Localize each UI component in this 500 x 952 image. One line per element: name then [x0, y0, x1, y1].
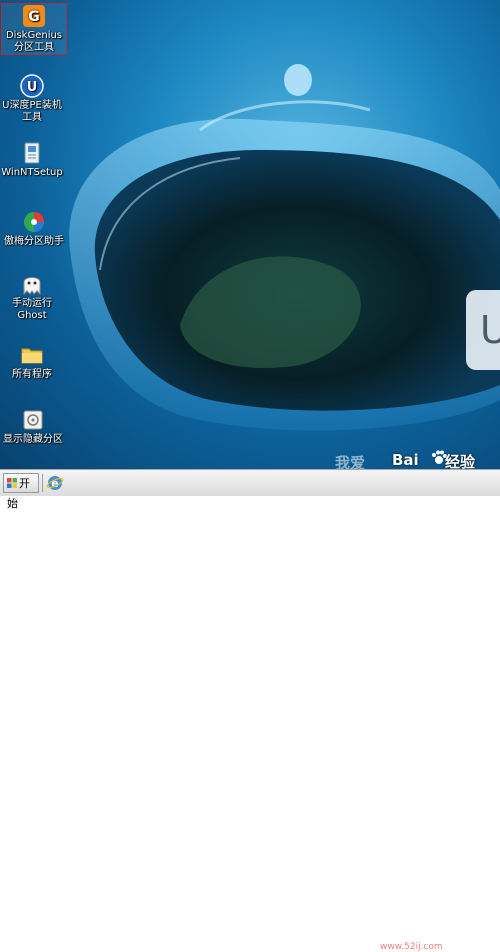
aomei-partition-assistant-icon: [24, 212, 44, 232]
wallpaper-water-splash: [69, 64, 500, 431]
watermark-site: www.52ij.com: [380, 942, 443, 952]
desktop[interactable]: G DiskGenius 分区工具 U U深度PE装机工具 WinNTSetup…: [0, 0, 500, 469]
start-button[interactable]: 开始: [3, 473, 39, 510]
diskgenius-icon: G: [23, 5, 45, 27]
desktop-icon-label: DiskGenius 分区工具: [5, 30, 63, 53]
internet-explorer-icon[interactable]: e: [46, 474, 64, 492]
taskbar-separator: [42, 474, 43, 492]
winntsetup-icon: [24, 142, 40, 164]
desktop-icon-all-programs[interactable]: 所有程序: [0, 343, 64, 381]
desktop-icon-label: 手动运行Ghost: [12, 298, 52, 321]
show-hidden-partition-icon: [23, 410, 43, 430]
desktop-icon-udeepin-pe[interactable]: U U深度PE装机工具: [0, 74, 64, 124]
desktop-icon-label: WinNTSetup: [1, 167, 63, 178]
udeepin-pe-installer-icon: U: [20, 74, 44, 98]
taskbar: 开始 e www.52ij.com: [0, 469, 500, 952]
desktop-icon-label: U深度PE装机工具: [2, 100, 62, 123]
desktop-icon-aomei[interactable]: 傲梅分区助手: [2, 210, 66, 248]
windows-logo-icon: [7, 478, 17, 488]
svg-text:U: U: [27, 80, 38, 95]
folder-icon: [21, 348, 43, 364]
ghost-icon: [23, 277, 41, 296]
desktop-icon-winntsetup[interactable]: WinNTSetup: [0, 141, 64, 179]
desktop-icon-label: 傲梅分区助手: [4, 236, 64, 247]
watermark-brand: Bai: [392, 451, 419, 469]
desktop-icon-show-hidden-partition[interactable]: 显示隐藏分区: [1, 408, 65, 446]
brand-logo-letter: U: [480, 308, 500, 352]
desktop-icon-diskgenius[interactable]: G DiskGenius 分区工具: [1, 3, 67, 55]
desktop-icon-ghost[interactable]: 手动运行Ghost: [0, 272, 64, 322]
desktop-icon-label: 所有程序: [12, 369, 52, 380]
brand-logo: U: [466, 290, 500, 370]
desktop-icon-label: 显示隐藏分区: [3, 434, 63, 445]
svg-text:G: G: [28, 9, 40, 25]
